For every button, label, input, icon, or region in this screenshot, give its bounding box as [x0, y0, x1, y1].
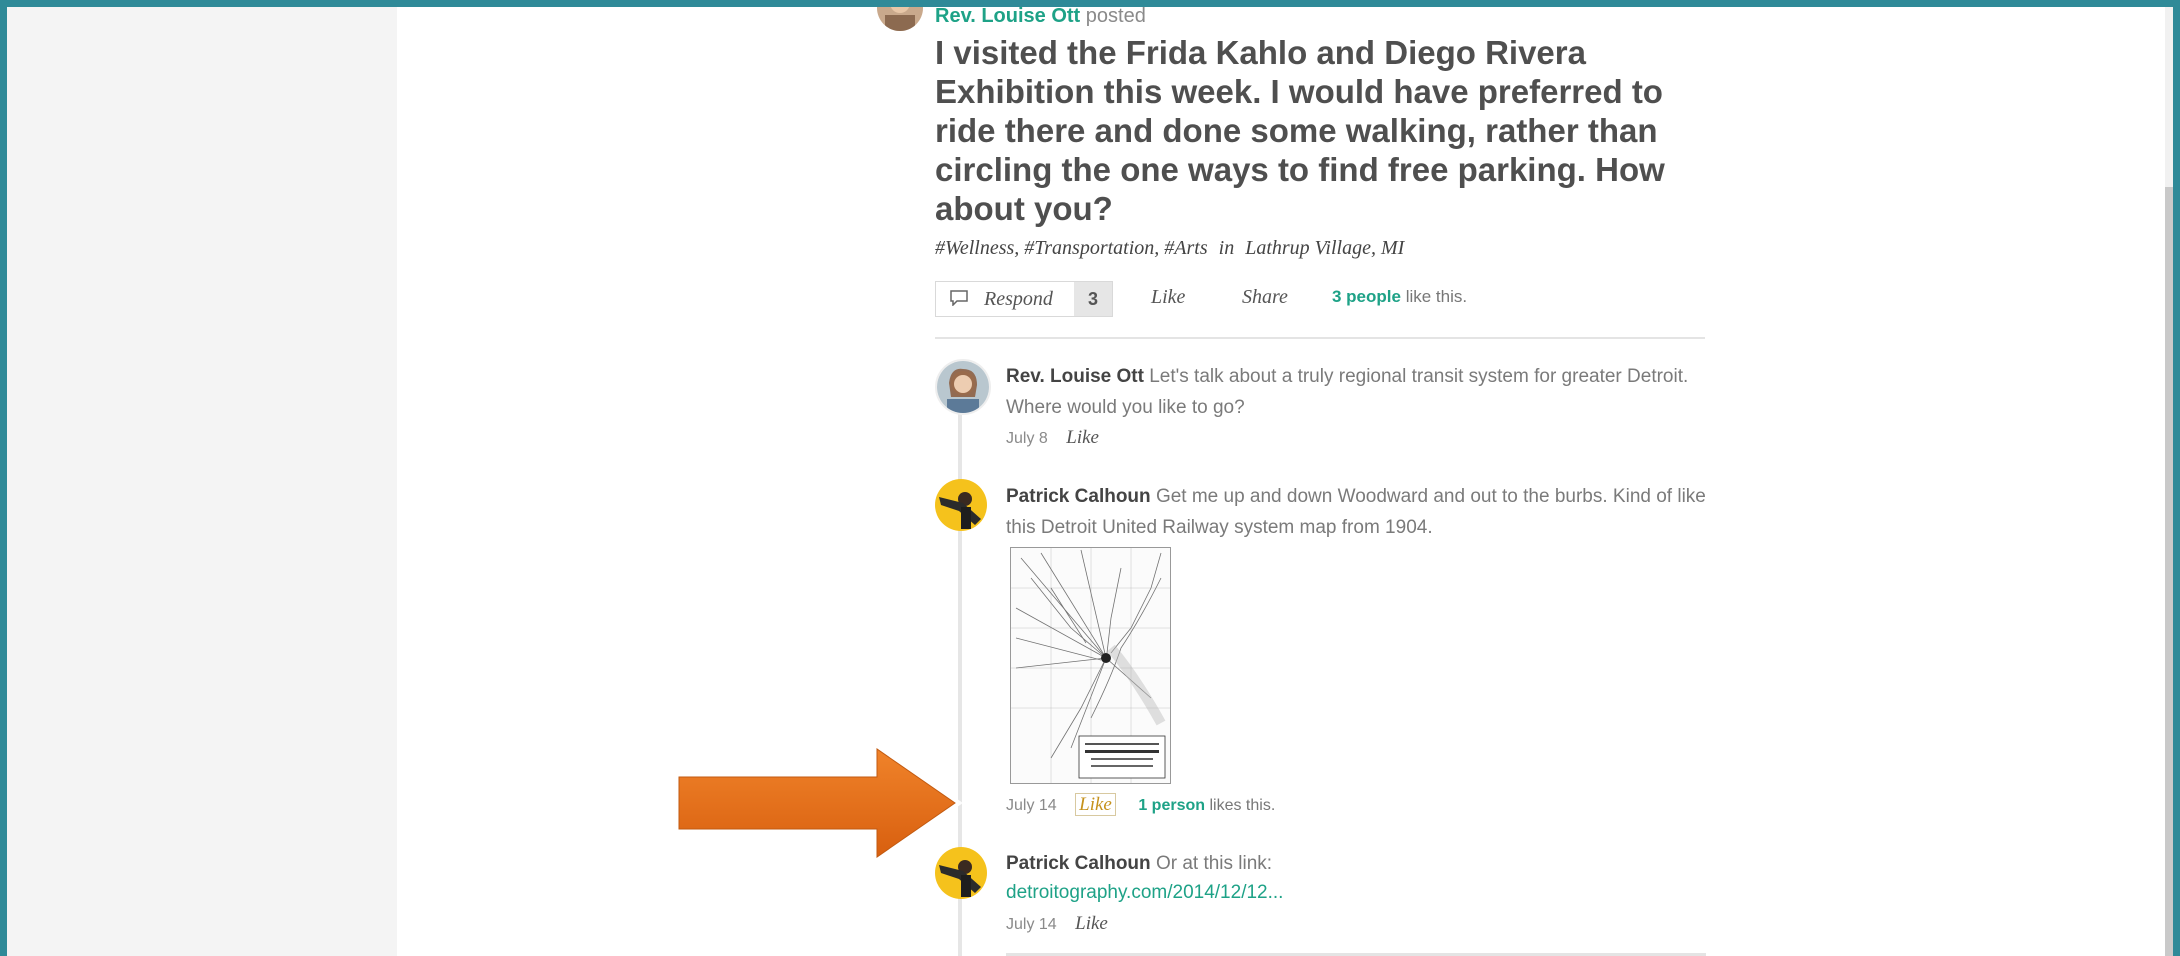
poster-line: Rev. Louise Ott posted — [935, 7, 1146, 28]
post-likes-suffix: like this. — [1405, 287, 1468, 306]
speech-bubble-icon — [950, 290, 968, 307]
comment-date: July 14 — [1006, 916, 1057, 933]
comment-body: Patrick Calhoun Or at this link: — [1006, 848, 1706, 879]
post-tags-line: #Wellness, #Transportation, #Arts in Lat… — [935, 237, 1404, 260]
comment-meta: July 8 Like — [1006, 427, 1099, 449]
post-like-button[interactable]: Like — [1151, 286, 1185, 309]
respond-label: Respond — [984, 288, 1053, 310]
post-location[interactable]: Lathrup Village, MI — [1245, 237, 1404, 259]
comment-body: Patrick Calhoun Get me up and down Woodw… — [1006, 481, 1706, 543]
comment-avatar[interactable] — [935, 479, 987, 531]
comment-meta: July 14 Like 1 person likes this. — [1006, 793, 1275, 816]
poster-name-link[interactable]: Rev. Louise Ott — [935, 7, 1080, 27]
post-likes-summary: 3 people like this. — [1332, 287, 1467, 307]
location-prefix: in — [1218, 237, 1235, 259]
post-page: Rev. Louise Ott posted I visited the Fri… — [397, 7, 2165, 956]
comment-text: Or at this link: — [1155, 853, 1273, 874]
comment-author-link[interactable]: Patrick Calhoun — [1006, 853, 1151, 874]
comment-meta: July 14 Like — [1006, 913, 1108, 935]
browser-frame: Rev. Louise Ott posted I visited the Fri… — [7, 7, 2173, 956]
post-title: I visited the Frida Kahlo and Diego Rive… — [935, 34, 1665, 227]
orange-arrow-right-icon — [667, 735, 972, 870]
comment-author-link[interactable]: Patrick Calhoun — [1006, 486, 1151, 507]
comment-body: Rev. Louise Ott Let's talk about a truly… — [1006, 361, 1706, 423]
comment-like-button[interactable]: Like — [1075, 793, 1116, 816]
comment-like-button[interactable]: Like — [1075, 913, 1108, 934]
poster-verb: posted — [1085, 7, 1146, 27]
poster-avatar[interactable] — [877, 7, 923, 31]
railway-map-caption: MAP OF THE DETROIT UNITED RAILWAY — [1170, 548, 1171, 549]
railway-map-image[interactable]: MAP OF THE DETROIT UNITED RAILWAY — [1010, 547, 1171, 784]
post-share-button[interactable]: Share — [1242, 286, 1288, 309]
post-divider — [935, 337, 1705, 339]
respond-button[interactable]: Respond 3 — [935, 281, 1113, 317]
comment-avatar[interactable] — [935, 359, 991, 415]
comment-date: July 14 — [1006, 797, 1057, 814]
scrollbar-thumb[interactable] — [2165, 187, 2173, 956]
post-tags[interactable]: #Wellness, #Transportation, #Arts — [935, 237, 1208, 259]
comment-likes-summary: 1 person likes this. — [1138, 797, 1275, 814]
respond-count: 3 — [1074, 282, 1112, 316]
comment-likes-count-link[interactable]: 1 person — [1138, 797, 1205, 814]
comment-like-button[interactable]: Like — [1066, 427, 1099, 448]
comment-external-link[interactable]: detroitography.com/2014/12/12... — [1006, 882, 1283, 904]
comment-author-link[interactable]: Rev. Louise Ott — [1006, 366, 1144, 387]
comment-date: July 8 — [1006, 430, 1048, 447]
post-likes-count-link[interactable]: 3 people — [1332, 287, 1401, 306]
comment-likes-suffix: likes this. — [1209, 797, 1276, 814]
